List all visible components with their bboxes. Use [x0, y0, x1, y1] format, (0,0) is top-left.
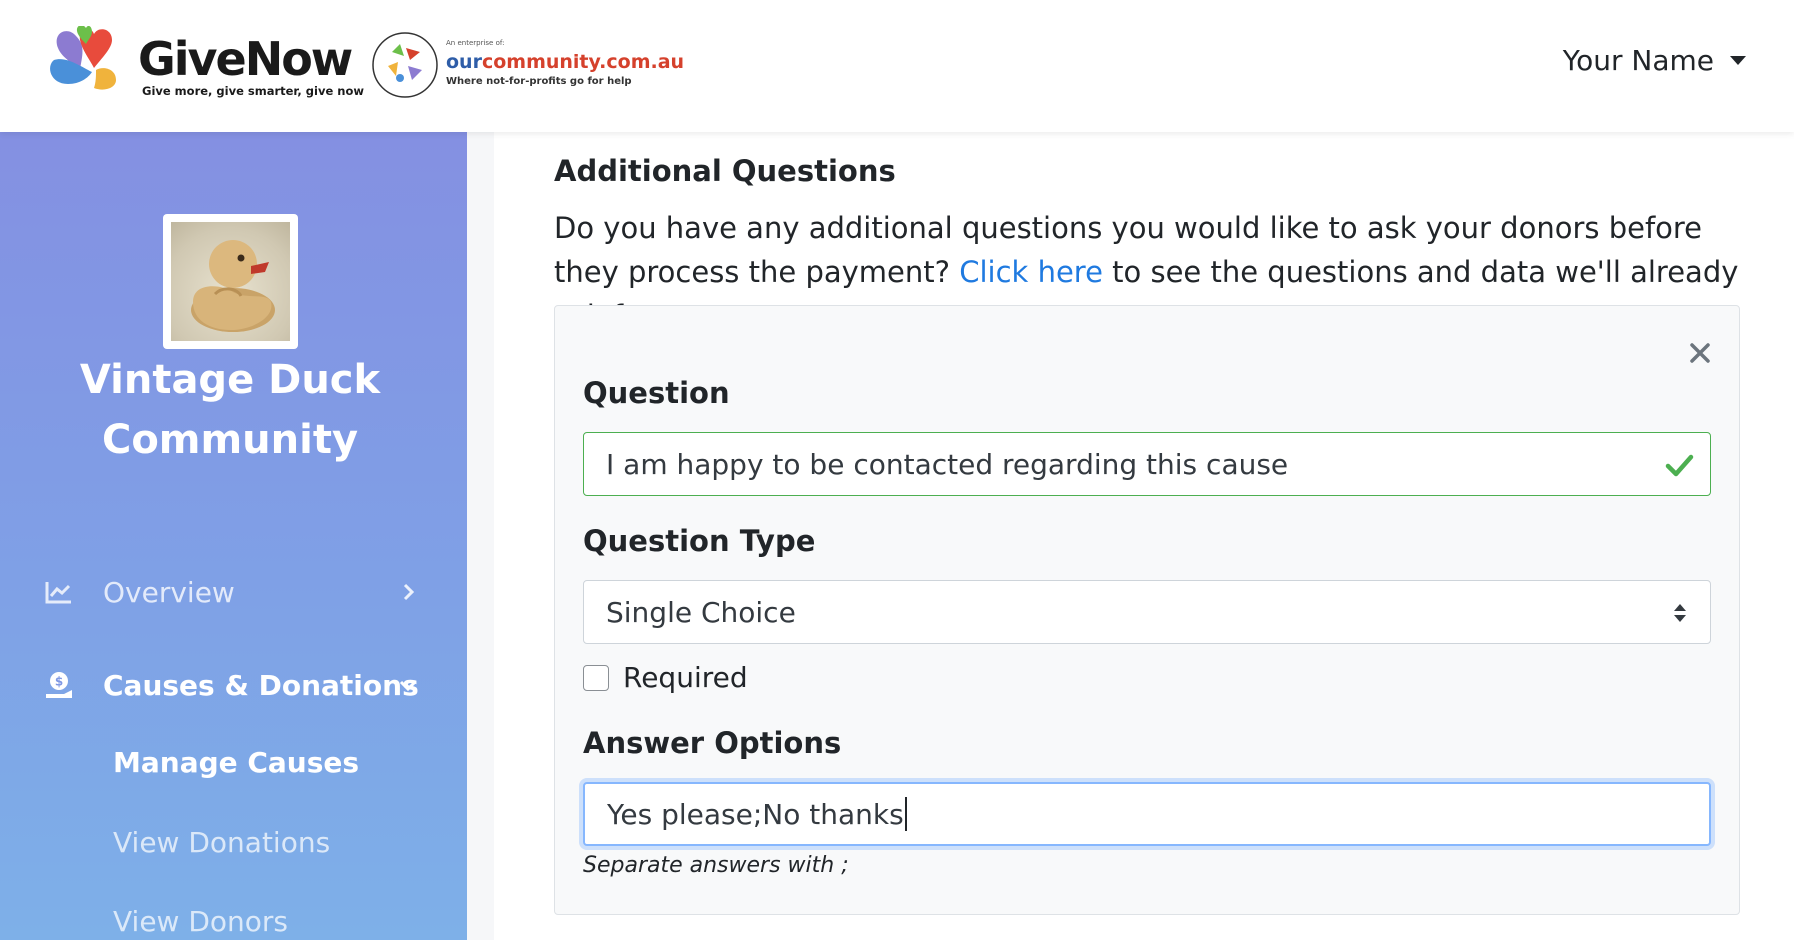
org-avatar: [163, 214, 298, 349]
text-cursor: [904, 797, 907, 831]
givenow-logo[interactable]: GiveNow Give more, give smarter, give no…: [46, 26, 364, 106]
question-type-select[interactable]: Single Choice: [583, 580, 1711, 644]
caret-down-icon: [1730, 56, 1746, 65]
subnav-manage-causes[interactable]: Manage Causes: [113, 746, 359, 779]
chevron-down-icon: [399, 680, 417, 692]
partner-name: ourcommunity.com.au: [446, 51, 684, 73]
required-label[interactable]: Required: [623, 661, 748, 694]
question-input-value: I am happy to be contacted regarding thi…: [606, 447, 1289, 481]
chevron-right-icon: [403, 583, 415, 601]
question-label: Question: [583, 376, 730, 410]
required-checkbox[interactable]: [583, 664, 609, 691]
ourcommunity-emblem-icon: [372, 32, 438, 98]
givenow-hearts-icon: [50, 26, 116, 90]
question-input[interactable]: I am happy to be contacted regarding thi…: [583, 432, 1711, 496]
question-type-value: Single Choice: [606, 595, 796, 629]
check-icon: [1665, 454, 1694, 477]
chart-line-icon: [42, 575, 76, 609]
question-type-label: Question Type: [583, 524, 816, 558]
ourcommunity-logo[interactable]: An enterprise of: ourcommunity.com.au Wh…: [370, 30, 684, 100]
sidebar: Vintage Duck Community Overview $ Causes…: [0, 132, 467, 940]
content-gutter: [467, 132, 494, 940]
nav-overview-label: Overview: [103, 575, 235, 609]
org-name: Vintage Duck Community: [79, 357, 381, 463]
answer-options-label: Answer Options: [583, 726, 842, 760]
select-arrows-icon: [1674, 604, 1686, 622]
top-header: GiveNow Give more, give smarter, give no…: [0, 0, 1794, 132]
answer-options-input[interactable]: Yes please;No thanks: [583, 782, 1711, 846]
duck-image: [171, 222, 290, 341]
nav-overview[interactable]: Overview: [0, 562, 467, 622]
required-row: Required: [583, 661, 748, 694]
svg-text:$: $: [55, 675, 63, 689]
subnav-view-donations[interactable]: View Donations: [113, 826, 330, 859]
partner-name-prefix: our: [446, 51, 482, 73]
answer-options-help: Separate answers with ;: [583, 853, 849, 878]
partner-small-text: An enterprise of:: [446, 39, 505, 47]
user-name: Your Name: [1562, 44, 1714, 77]
click-here-link[interactable]: Click here: [959, 255, 1103, 289]
partner-name-main: community.com.au: [481, 51, 685, 73]
donate-hand-icon: $: [42, 668, 76, 702]
question-card: Question I am happy to be contacted rega…: [554, 305, 1740, 915]
subnav-view-donors[interactable]: View Donors: [113, 905, 288, 938]
partner-tagline: Where not-for-profits go for help: [446, 76, 632, 87]
answer-options-value: Yes please;No thanks: [607, 797, 904, 831]
brand-tagline: Give more, give smarter, give now: [142, 84, 364, 98]
close-icon[interactable]: [1687, 340, 1713, 366]
user-menu-dropdown[interactable]: Your Name: [1563, 44, 1746, 77]
rubber-duck-icon: [191, 240, 275, 332]
section-title: Additional Questions: [554, 154, 896, 188]
brand-name: GiveNow: [138, 32, 353, 86]
nav-causes-donations[interactable]: $ Causes & Donations: [0, 655, 467, 715]
nav-causes-donations-label: Causes & Donations: [103, 668, 419, 702]
